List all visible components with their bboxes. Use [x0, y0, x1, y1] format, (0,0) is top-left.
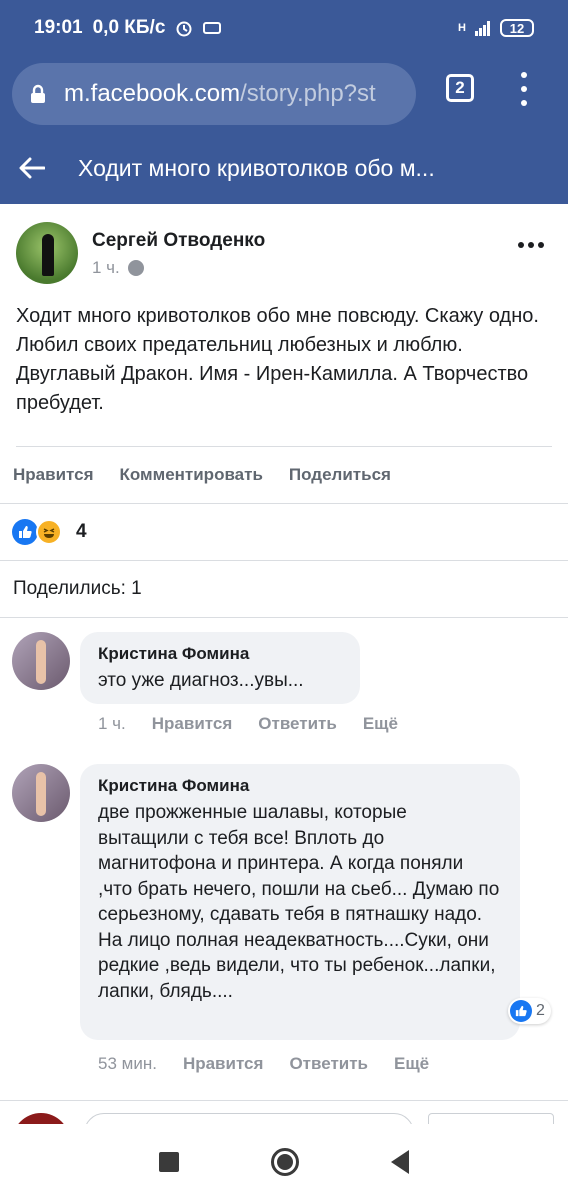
- comment-time[interactable]: 1 ч.: [98, 714, 126, 734]
- comment-text: две прожженные шалавы, которые вытащили …: [98, 802, 500, 1002]
- composer-input[interactable]: [84, 1113, 414, 1124]
- composer-send-button[interactable]: [428, 1113, 554, 1124]
- globe-icon: [127, 260, 144, 276]
- comment-bubble: Кристина Фомина две прожженные шалавы, к…: [80, 764, 520, 1040]
- status-bar: 19:01 0,0 КБ/с H 12: [0, 0, 568, 56]
- comment-reaction[interactable]: 2: [508, 998, 551, 1024]
- status-time: 19:01: [34, 17, 83, 38]
- share-button[interactable]: Поделиться: [289, 465, 391, 485]
- comment-time[interactable]: 53 мин.: [98, 1054, 157, 1074]
- vpn-icon: [203, 22, 222, 34]
- comment-more-button[interactable]: Ещё: [363, 714, 398, 734]
- browser-toolbar: m.facebook.com/story.php?st 2: [0, 56, 568, 132]
- battery-indicator: 12: [500, 19, 534, 37]
- comment-text: это уже диагноз...увы...: [98, 670, 304, 691]
- comment-author[interactable]: Кристина Фомина: [98, 776, 502, 796]
- tabs-button[interactable]: 2: [446, 74, 474, 102]
- network-type: H: [458, 22, 466, 34]
- post-text: Ходит много кривотолков обо мне повсюду.…: [16, 305, 539, 414]
- lock-icon: [31, 84, 45, 103]
- like-icon: [510, 1000, 532, 1022]
- composer-avatar: [12, 1113, 70, 1124]
- url-path: /story.php?st: [240, 80, 376, 107]
- system-nav-bar: [0, 1124, 568, 1200]
- post-actions: Нравится Комментировать Поделиться: [0, 447, 568, 503]
- reactions-count: 4: [76, 521, 87, 542]
- comment: Кристина Фомина это уже диагноз...увы...…: [0, 618, 568, 750]
- back-icon[interactable]: [391, 1150, 409, 1174]
- comment-actions: 53 мин. Нравится Ответить Ещё: [98, 1054, 429, 1074]
- comment-author[interactable]: Кристина Фомина: [98, 644, 342, 664]
- comment-button[interactable]: Комментировать: [120, 465, 263, 485]
- more-icon[interactable]: [518, 242, 544, 248]
- app-bar: Ходит много кривотолков обо м...: [0, 132, 568, 204]
- comment-reaction-count: 2: [536, 1002, 545, 1019]
- comment-actions: 1 ч. Нравится Ответить Ещё: [98, 714, 398, 734]
- like-icon: [12, 519, 38, 545]
- comment-reply-button[interactable]: Ответить: [258, 714, 337, 734]
- reactions-summary[interactable]: 4: [0, 504, 568, 560]
- haha-icon: [36, 519, 62, 545]
- post-meta: 1 ч.: [92, 258, 144, 278]
- comment-avatar[interactable]: [12, 764, 70, 822]
- url-host: m.facebook.com: [64, 80, 241, 107]
- comment-composer: [0, 1101, 568, 1124]
- author-avatar[interactable]: [16, 222, 78, 284]
- alarm-icon: [176, 21, 192, 37]
- network-speed: 0,0 КБ/с: [92, 17, 166, 38]
- recent-apps-icon[interactable]: [159, 1152, 179, 1172]
- comment-more-button[interactable]: Ещё: [394, 1054, 429, 1074]
- comment: Кристина Фомина две прожженные шалавы, к…: [0, 750, 568, 1100]
- author-name[interactable]: Сергей Отводенко: [92, 230, 265, 252]
- url-bar[interactable]: m.facebook.com/story.php?st: [12, 63, 416, 125]
- comment-reply-button[interactable]: Ответить: [289, 1054, 368, 1074]
- home-icon[interactable]: [271, 1148, 299, 1176]
- comment-like-button[interactable]: Нравится: [152, 714, 233, 734]
- page-title: Ходит много кривотолков обо м...: [78, 154, 435, 181]
- back-arrow-icon[interactable]: [0, 132, 64, 204]
- post-time[interactable]: 1 ч.: [92, 258, 120, 278]
- browser-menu-button[interactable]: [512, 72, 536, 106]
- post-header: Сергей Отводенко 1 ч.: [0, 204, 568, 294]
- comment-avatar[interactable]: [12, 632, 70, 690]
- signal-icon: [475, 21, 490, 36]
- like-button[interactable]: Нравится: [13, 465, 94, 485]
- comment-bubble: Кристина Фомина это уже диагноз...увы...: [80, 632, 360, 704]
- comment-like-button[interactable]: Нравится: [183, 1054, 264, 1074]
- shares-count[interactable]: Поделились: 1: [0, 561, 568, 617]
- story-content: Сергей Отводенко 1 ч. Ходит много кривот…: [0, 204, 568, 1124]
